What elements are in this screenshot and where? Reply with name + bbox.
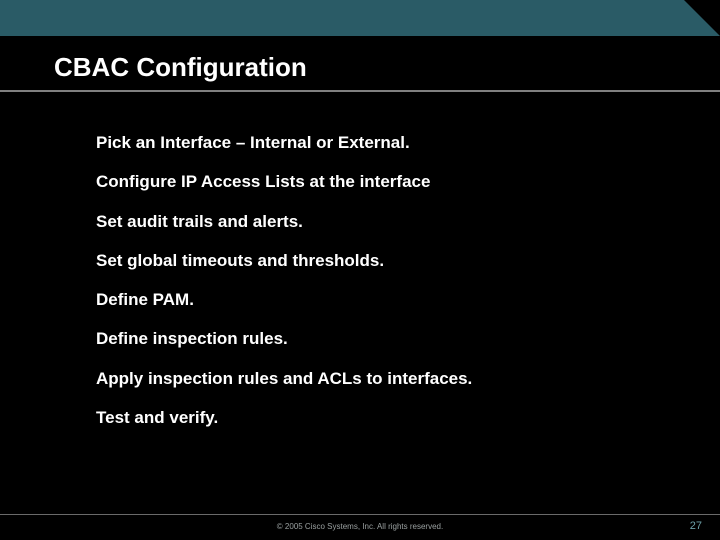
list-item: Test and verify. (96, 407, 660, 428)
corner-notch (684, 0, 720, 36)
list-item: Set global timeouts and thresholds. (96, 250, 660, 271)
list-item: Define PAM. (96, 289, 660, 310)
list-item: Set audit trails and alerts. (96, 211, 660, 232)
list-item: Define inspection rules. (96, 328, 660, 349)
bullet-list: Pick an Interface – Internal or External… (96, 132, 660, 446)
list-item: Configure IP Access Lists at the interfa… (96, 171, 660, 192)
page-number: 27 (690, 520, 702, 532)
title-underline (0, 90, 720, 92)
list-item: Pick an Interface – Internal or External… (96, 132, 660, 153)
header-bar (0, 0, 720, 36)
footer-copyright: © 2005 Cisco Systems, Inc. All rights re… (0, 522, 720, 531)
footer-divider (0, 514, 720, 515)
list-item: Apply inspection rules and ACLs to inter… (96, 368, 660, 389)
footer: © 2005 Cisco Systems, Inc. All rights re… (0, 514, 720, 540)
slide-title: CBAC Configuration (54, 52, 307, 83)
